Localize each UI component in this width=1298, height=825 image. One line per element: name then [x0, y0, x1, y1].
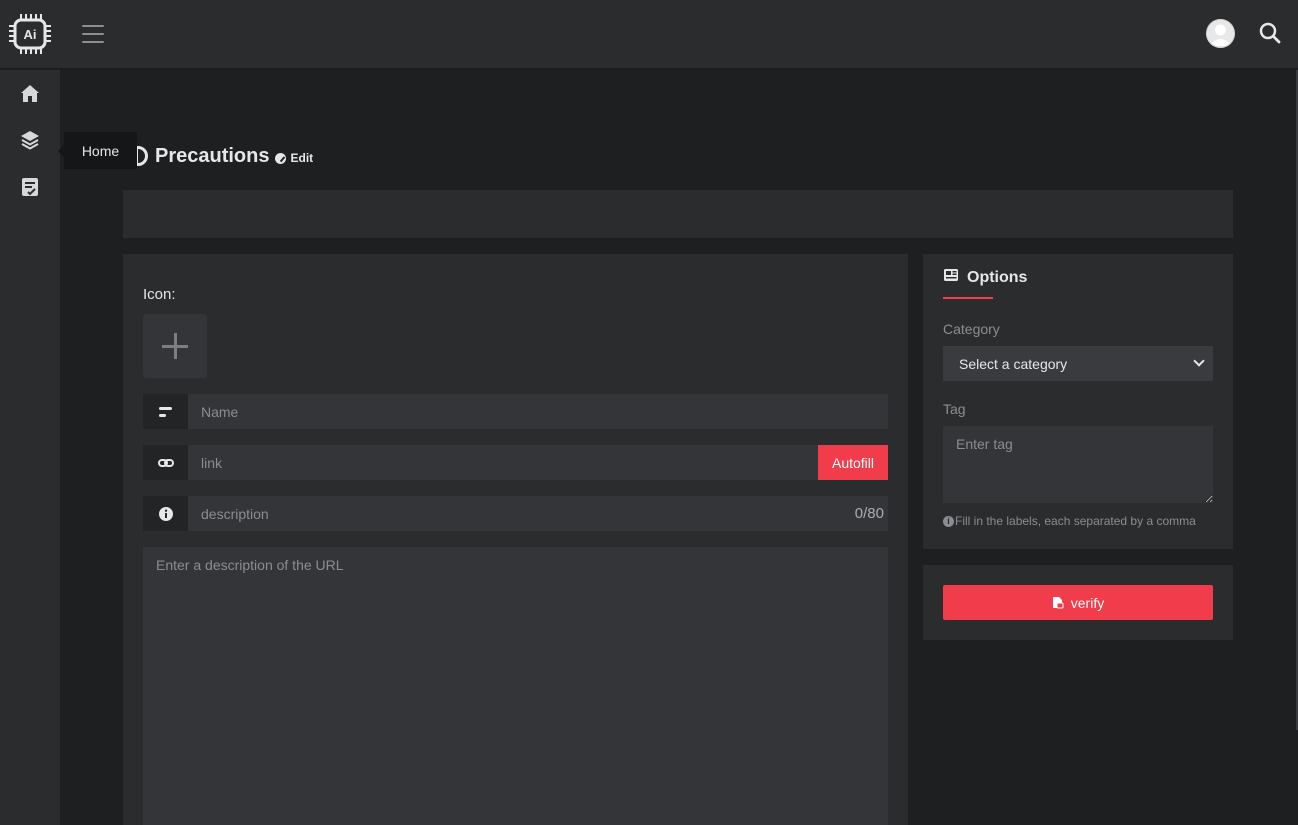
- options-underline: [943, 297, 993, 299]
- url-description-textarea[interactable]: [143, 547, 888, 825]
- top-bar: Ai: [0, 0, 1298, 69]
- options-card: Options Category Select a category Tag i…: [923, 254, 1233, 549]
- link-icon: [143, 445, 188, 480]
- category-selected-value: Select a category: [959, 355, 1068, 372]
- chevron-down-icon: [1193, 355, 1205, 367]
- icon-label: Icon:: [143, 286, 176, 303]
- name-field-row: [143, 394, 888, 429]
- newspaper-icon: [943, 268, 959, 287]
- sidebar: [0, 70, 60, 825]
- banner-bar: [123, 190, 1233, 238]
- sidebar-tooltip: Home: [58, 132, 137, 169]
- description-counter: 0/80: [854, 505, 884, 522]
- edit-label: Edit: [290, 151, 314, 165]
- category-label: Category: [943, 321, 1000, 337]
- hamburger-menu-icon[interactable]: [80, 21, 106, 47]
- file-lock-icon: [1052, 596, 1064, 609]
- tag-textarea[interactable]: [943, 426, 1213, 503]
- clipboard-check-icon[interactable]: [18, 175, 42, 199]
- link-field-row: Autofill: [143, 445, 888, 480]
- submit-form-card: Icon: Autofill: [123, 254, 908, 825]
- check-circle-icon: [275, 152, 287, 164]
- tag-label: Tag: [943, 401, 966, 417]
- verify-card: verify: [923, 565, 1233, 640]
- edit-link[interactable]: Edit: [275, 151, 313, 165]
- svg-text:Ai: Ai: [24, 27, 37, 42]
- info-circle-icon: i: [943, 515, 954, 527]
- description-input[interactable]: [188, 496, 888, 531]
- tag-hint-text: Fill in the labels, each separated by a …: [955, 514, 1196, 528]
- home-icon[interactable]: [18, 82, 42, 106]
- search-icon[interactable]: [1258, 21, 1282, 45]
- name-input[interactable]: [188, 394, 888, 429]
- avatar[interactable]: [1206, 19, 1235, 48]
- page-title: Precautions: [155, 144, 270, 167]
- verify-label: verify: [1070, 594, 1105, 611]
- icon-upload-plus-icon[interactable]: [143, 314, 207, 378]
- options-title: Options: [967, 268, 1028, 286]
- ai-chip-logo-icon[interactable]: Ai: [9, 14, 51, 54]
- info-icon: [143, 496, 188, 531]
- text-lines-icon: [143, 394, 188, 429]
- description-field-row: 0/80: [143, 496, 888, 531]
- category-select[interactable]: Select a category: [943, 346, 1213, 381]
- tag-hint: i Fill in the labels, each separated by …: [943, 514, 1196, 528]
- link-input[interactable]: [188, 445, 818, 480]
- options-header: Options: [943, 268, 1027, 287]
- page-header: Precautions Edit: [128, 142, 313, 170]
- verify-button[interactable]: verify: [943, 585, 1213, 620]
- layers-icon[interactable]: [18, 128, 42, 152]
- autofill-button[interactable]: Autofill: [818, 445, 888, 480]
